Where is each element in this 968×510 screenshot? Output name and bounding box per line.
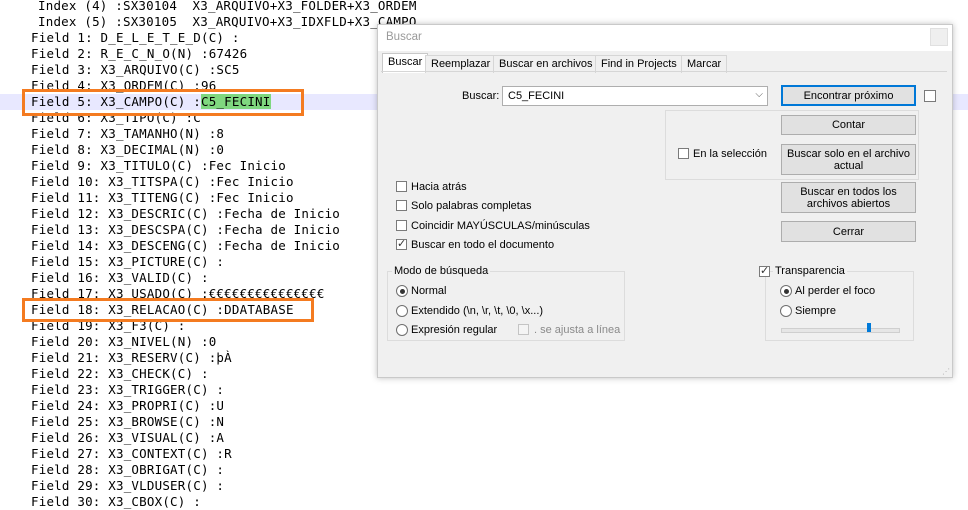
editor-line: Field 8: X3_DECIMAL(N) :0	[31, 142, 225, 157]
in-selection-checkbox[interactable]	[678, 148, 689, 159]
editor-line: Field 12: X3_DESCRIC(C) :Fecha de Inicio	[31, 206, 341, 221]
match-case-label: Coincidir MAYÚSCULAS/minúsculas	[411, 220, 590, 232]
editor-line: Field 22: X3_CHECK(C) :	[31, 366, 209, 381]
transparency-always-radio[interactable]	[780, 305, 792, 317]
editor-line: Field 7: X3_TAMANHO(N) :8	[31, 126, 225, 141]
editor-line: Field 14: X3_DESCENG(C) :Fecha de Inicio	[31, 238, 341, 253]
editor-line: Field 27: X3_CONTEXT(C) :R	[31, 446, 232, 461]
tab-buscar[interactable]: Buscar	[382, 53, 429, 73]
transparency-slider-track[interactable]	[781, 328, 900, 333]
editor-line: Field 10: X3_TITSPA(C) :Fec Inicio	[31, 174, 294, 189]
mode-extended-label: Extendido (\n, \r, \t, \0, \x...)	[411, 305, 544, 317]
editor-line: Field 23: X3_TRIGGER(C) :	[31, 382, 225, 397]
count-button[interactable]: Contar	[781, 115, 916, 135]
editor-line: Field 26: X3_VISUAL(C) :A	[31, 430, 225, 445]
chevron-down-icon[interactable]: ⌵	[755, 89, 763, 100]
editor-line: Field 2: R_E_C_N_O(N) :67426	[31, 46, 248, 61]
close-icon[interactable]	[930, 28, 948, 46]
find-all-open-files-button[interactable]: Buscar en todos los archivos abiertos	[781, 182, 916, 213]
editor-line: Field 11: X3_TITENG(C) :Fec Inicio	[31, 190, 294, 205]
dot-matches-newline-label: . se ajusta a línea	[534, 324, 621, 336]
transparency-title: Transparencia	[773, 265, 847, 277]
mode-normal-label: Normal	[411, 285, 447, 297]
mode-regex-label: Expresión regular	[411, 324, 498, 336]
editor-line: Field 9: X3_TITULO(C) :Fec Inicio	[31, 158, 286, 173]
editor-line: Index (4) :SX30104 X3_ARQUIVO+X3_FOLDER+…	[38, 0, 417, 13]
transparency-on-focus-lost-radio[interactable]	[780, 285, 792, 297]
transparency-slider-thumb[interactable]	[867, 323, 871, 332]
whole-words-checkbox[interactable]	[396, 200, 407, 211]
match-case-checkbox[interactable]	[396, 220, 407, 231]
wrap-around-label: Buscar en todo el documento	[411, 239, 555, 251]
mode-normal-radio[interactable]	[396, 285, 408, 297]
transparency-checkbox[interactable]	[759, 264, 770, 277]
editor-line: Field 3: X3_ARQUIVO(C) :SC5	[31, 62, 240, 77]
search-mode-title: Modo de búsqueda	[392, 265, 491, 277]
editor-line: Field 1: D_E_L_E_T_E_D(C) :	[31, 30, 240, 45]
extra-checkbox[interactable]	[924, 90, 936, 102]
backward-checkbox[interactable]	[396, 181, 407, 192]
dialog-titlebar[interactable]: Buscar	[378, 25, 952, 51]
search-value: C5_FECINI	[508, 90, 565, 102]
dot-matches-newline-checkbox	[518, 324, 529, 335]
dialog-title: Buscar	[386, 31, 422, 43]
editor-line: Field 20: X3_NIVEL(N) :0	[31, 334, 217, 349]
whole-words-label: Solo palabras completas	[411, 200, 532, 212]
editor-line: Field 24: X3_PROPRI(C) :U	[31, 398, 225, 413]
editor-line: Field 21: X3_RESERV(C) :þÀ	[31, 350, 232, 365]
editor-line: Field 25: X3_BROWSE(C) :N	[31, 414, 225, 429]
editor-line: Field 30: X3_CBOX(C) :	[31, 494, 201, 509]
mode-extended-radio[interactable]	[396, 305, 408, 317]
editor-line: Field 29: X3_VLDUSER(C) :	[31, 478, 225, 493]
backward-label: Hacia atrás	[411, 181, 467, 193]
annotation-box-relacao	[22, 298, 314, 322]
find-dialog: Buscar Buscar Reemplazar Buscar en archi…	[377, 24, 953, 378]
find-next-button[interactable]: Encontrar próximo	[781, 85, 916, 106]
transparency-always-label: Siempre	[795, 305, 836, 317]
editor-line: Index (5) :SX30105 X3_ARQUIVO+X3_IDXFLD+…	[38, 14, 417, 29]
wrap-around-checkbox[interactable]	[396, 237, 407, 250]
transparency-on-focus-lost-label: Al perder el foco	[795, 285, 876, 297]
close-button[interactable]: Cerrar	[781, 221, 916, 242]
editor-line: Field 13: X3_DESCSPA(C) :Fecha de Inicio	[31, 222, 341, 237]
in-selection-label: En la selección	[693, 148, 767, 160]
search-input[interactable]: C5_FECINI ⌵	[502, 86, 768, 106]
editor-line: Field 15: X3_PICTURE(C) :	[31, 254, 225, 269]
search-label: Buscar:	[462, 90, 500, 102]
editor-line: Field 28: X3_OBRIGAT(C) :	[31, 462, 225, 477]
find-in-current-file-button[interactable]: Buscar solo en el archivo actual	[781, 144, 916, 175]
resize-grip-icon[interactable]: ⋰	[942, 368, 950, 376]
mode-regex-radio[interactable]	[396, 324, 408, 336]
editor-line: Field 16: X3_VALID(C) :	[31, 270, 209, 285]
annotation-box-campo	[22, 89, 304, 116]
